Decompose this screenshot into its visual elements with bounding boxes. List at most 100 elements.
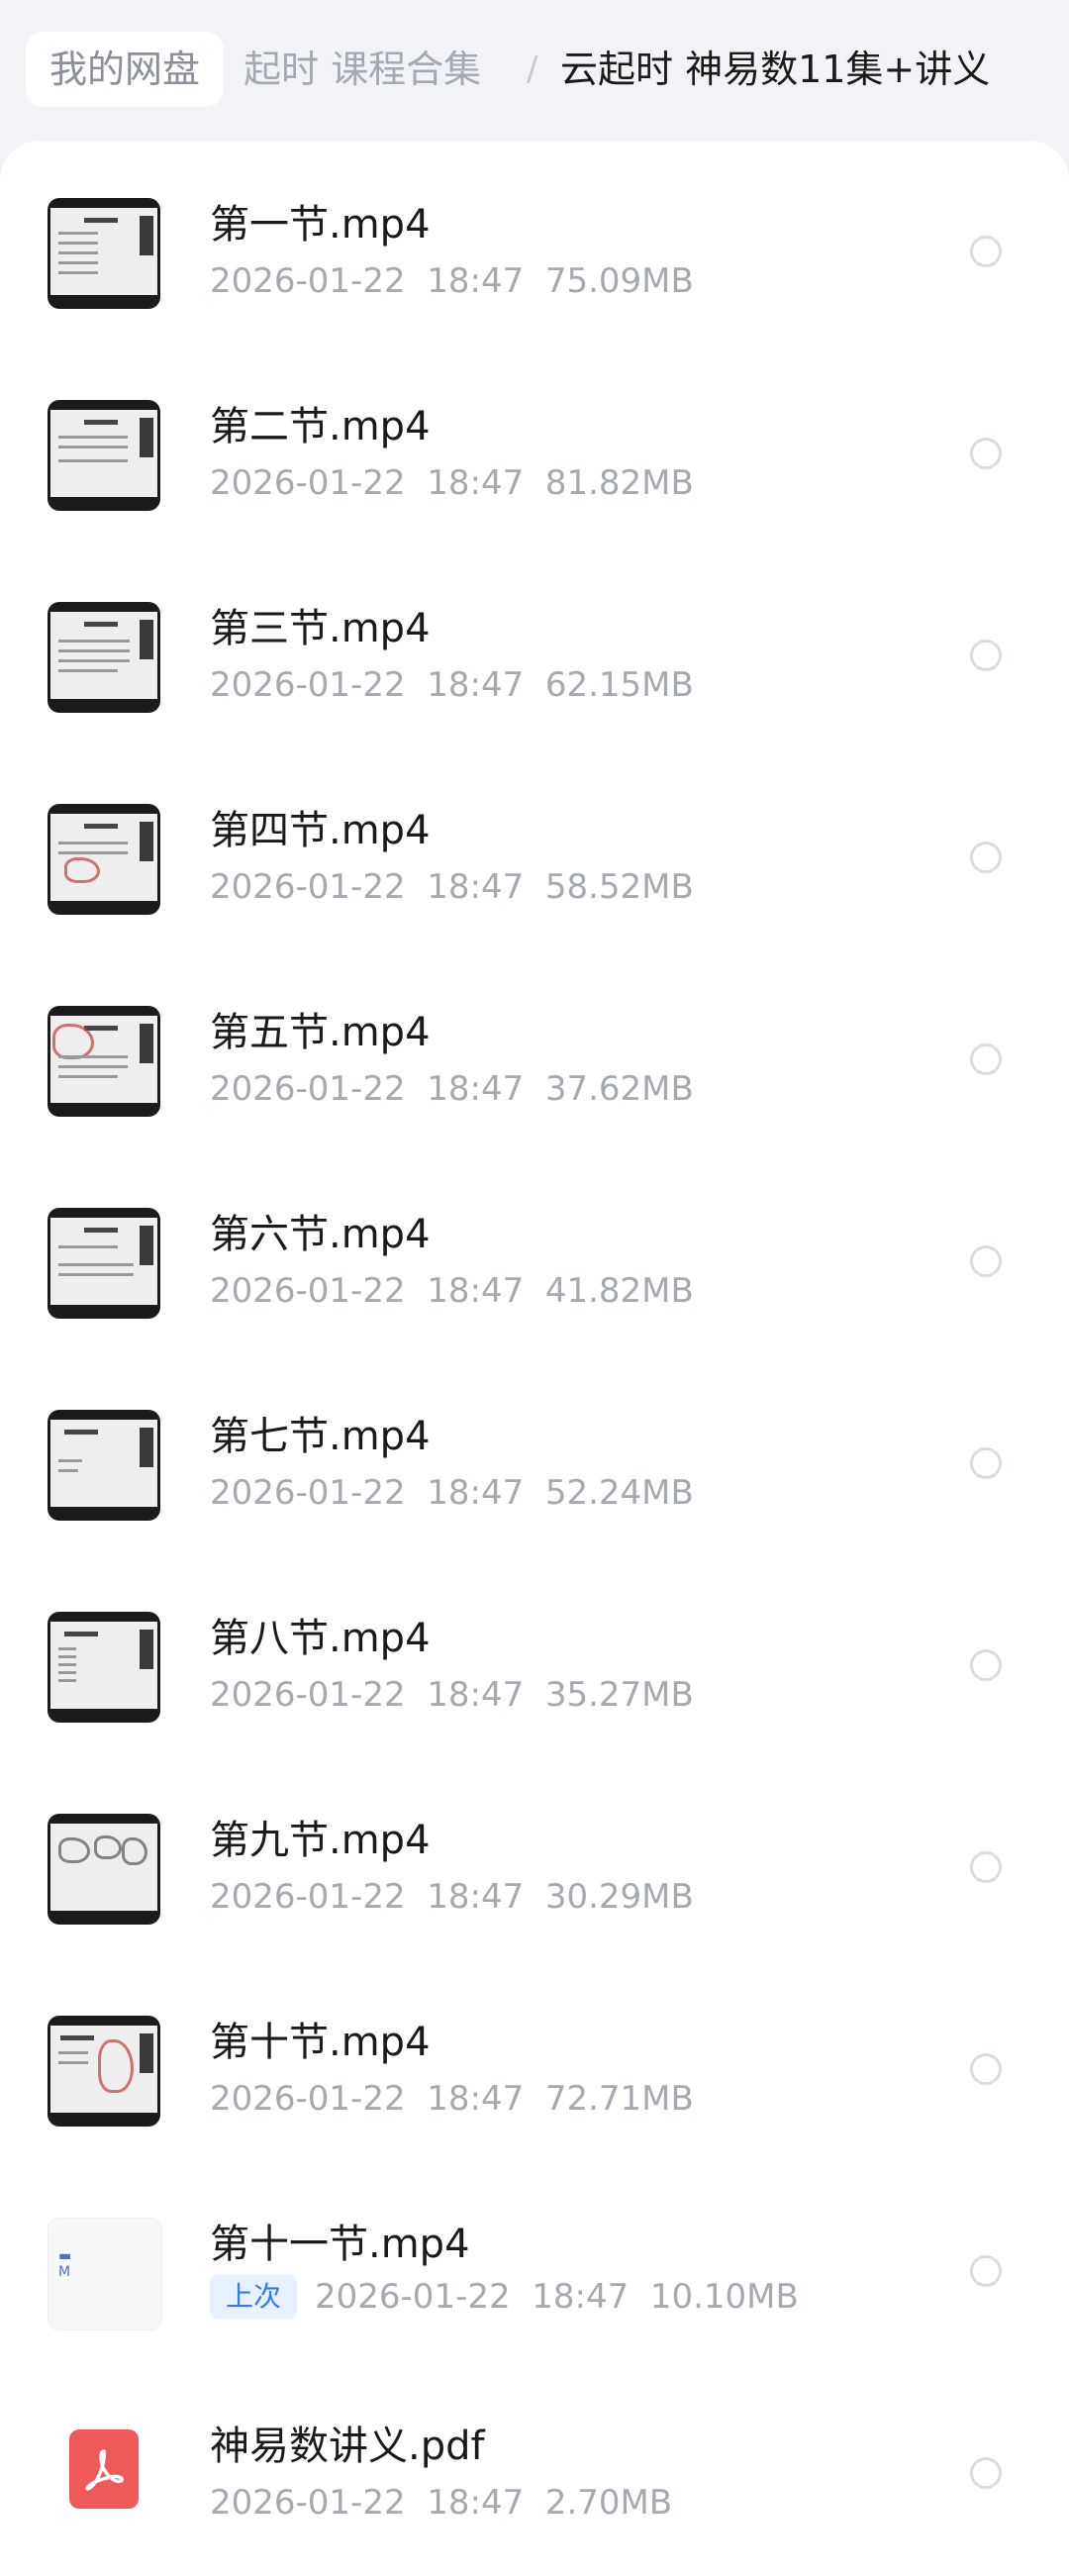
file-name: 第六节.mp4 (210, 1212, 431, 1257)
file-date: 2026-01-22 (210, 1877, 406, 1917)
file-name: 第七节.mp4 (210, 1414, 431, 1459)
file-time: 18:47 (427, 1877, 525, 1917)
file-date: 2026-01-22 (210, 867, 406, 907)
file-row[interactable]: 第二节.mp4 2026-01-22 18:47 81.82MB (0, 343, 1069, 545)
file-row[interactable]: 第十节.mp4 2026-01-22 18:47 72.71MB (0, 1958, 1069, 2160)
select-radio[interactable] (970, 2457, 1002, 2489)
select-radio[interactable] (970, 2255, 1002, 2287)
file-meta: 2026-01-22 18:47 62.15MB (210, 665, 694, 705)
file-size: 37.62MB (544, 1069, 694, 1109)
file-size: 81.82MB (544, 463, 694, 503)
file-name: 第一节.mp4 (210, 202, 431, 248)
file-meta: 2026-01-22 18:47 81.82MB (210, 463, 694, 503)
file-size: 58.52MB (544, 867, 694, 907)
select-radio[interactable] (970, 1851, 1002, 1883)
select-radio[interactable] (970, 842, 1002, 873)
file-row[interactable]: 第五节.mp4 2026-01-22 18:47 37.62MB (0, 948, 1069, 1150)
file-time: 18:47 (427, 1069, 525, 1109)
file-meta: 2026-01-22 18:47 37.62MB (210, 1069, 694, 1109)
file-name: 第二节.mp4 (210, 404, 431, 449)
last-played-badge: 上次 (210, 2275, 298, 2319)
file-time: 18:47 (427, 261, 525, 301)
file-name: 第九节.mp4 (210, 1818, 431, 1863)
file-date: 2026-01-22 (210, 1069, 406, 1109)
file-meta: 2026-01-22 18:47 72.71MB (210, 2079, 694, 2119)
file-row[interactable]: 第九节.mp4 2026-01-22 18:47 30.29MB (0, 1756, 1069, 1958)
video-thumbnail-icon (48, 804, 160, 915)
file-size: 2.70MB (544, 2483, 673, 2523)
file-time: 18:47 (427, 463, 525, 503)
select-radio[interactable] (970, 1447, 1002, 1479)
select-radio[interactable] (970, 438, 1002, 469)
file-date: 2026-01-22 (210, 463, 406, 503)
select-radio[interactable] (970, 1649, 1002, 1681)
video-thumbnail-icon (48, 198, 160, 309)
video-thumbnail-icon (48, 2016, 160, 2127)
file-meta: 2026-01-22 18:47 52.24MB (210, 1473, 694, 1513)
breadcrumb: 起时 课程合集 我的网盘 / 云起时 神易数11集+讲义 (0, 0, 1069, 139)
file-name: 第十一节.mp4 (210, 2222, 470, 2267)
file-row[interactable]: 第一节.mp4 2026-01-22 18:47 75.09MB (0, 141, 1069, 343)
video-thumbnail-icon (48, 1208, 160, 1319)
file-meta: 2026-01-22 18:47 58.52MB (210, 867, 694, 907)
file-name: 第四节.mp4 (210, 808, 431, 853)
file-row[interactable]: ▬ M 第十一节.mp4 上次 2026-01-22 18:47 10.10MB (0, 2160, 1069, 2362)
file-date: 2026-01-22 (210, 261, 406, 301)
video-thumbnail-icon (48, 1814, 160, 1925)
select-radio[interactable] (970, 1245, 1002, 1277)
file-size: 35.27MB (544, 1675, 694, 1715)
file-time: 18:47 (427, 1675, 525, 1715)
file-size: 41.82MB (544, 1271, 694, 1311)
select-radio[interactable] (970, 640, 1002, 671)
file-row[interactable]: 第三节.mp4 2026-01-22 18:47 62.15MB (0, 545, 1069, 746)
file-date: 2026-01-22 (210, 1675, 406, 1715)
file-size: 30.29MB (544, 1877, 694, 1917)
file-date: 2026-01-22 (210, 1271, 406, 1311)
file-meta: 2026-01-22 18:47 2.70MB (210, 2483, 672, 2523)
file-time: 18:47 (427, 1473, 525, 1513)
breadcrumb-root-my-drive[interactable]: 我的网盘 (26, 32, 225, 107)
video-thumbnail-icon (48, 602, 160, 713)
file-meta: 2026-01-22 18:47 30.29MB (210, 1877, 694, 1917)
file-meta: 2026-01-22 18:47 75.09MB (210, 261, 694, 301)
breadcrumb-current-folder: 云起时 神易数11集+讲义 (560, 48, 991, 91)
file-date: 2026-01-22 (210, 1473, 406, 1513)
file-name: 第三节.mp4 (210, 606, 431, 651)
video-thumbnail-icon: ▬ M (48, 2218, 162, 2330)
file-name: 第五节.mp4 (210, 1010, 431, 1055)
breadcrumb-separator: / (527, 50, 538, 89)
file-row[interactable]: 第八节.mp4 2026-01-22 18:47 35.27MB (0, 1554, 1069, 1756)
file-meta: 上次 2026-01-22 18:47 10.10MB (210, 2275, 799, 2321)
file-name: 第十节.mp4 (210, 2020, 431, 2065)
file-time: 18:47 (427, 2079, 525, 2119)
select-radio[interactable] (970, 236, 1002, 267)
video-thumbnail-icon (48, 1410, 160, 1521)
file-row[interactable]: 第七节.mp4 2026-01-22 18:47 52.24MB (0, 1352, 1069, 1554)
file-size: 75.09MB (544, 261, 694, 301)
file-date: 2026-01-22 (315, 2277, 511, 2317)
file-size: 10.10MB (649, 2277, 799, 2317)
file-name: 神易数讲义.pdf (210, 2424, 485, 2469)
file-row[interactable]: 神易数讲义.pdf 2026-01-22 18:47 2.70MB (0, 2362, 1069, 2564)
file-name: 第八节.mp4 (210, 1616, 431, 1661)
video-thumbnail-icon (48, 1612, 160, 1723)
file-time: 18:47 (427, 665, 525, 705)
file-row[interactable]: 第六节.mp4 2026-01-22 18:47 41.82MB (0, 1150, 1069, 1352)
select-radio[interactable] (970, 2053, 1002, 2085)
file-meta: 2026-01-22 18:47 35.27MB (210, 1675, 694, 1715)
file-date: 2026-01-22 (210, 2483, 406, 2523)
pdf-icon (69, 2429, 139, 2509)
file-list: 第一节.mp4 2026-01-22 18:47 75.09MB 第二节.mp4… (0, 141, 1069, 2576)
file-time: 18:47 (427, 1271, 525, 1311)
file-size: 62.15MB (544, 665, 694, 705)
file-row[interactable]: 第四节.mp4 2026-01-22 18:47 58.52MB (0, 746, 1069, 948)
file-time: 18:47 (427, 2483, 525, 2523)
breadcrumb-parent-folder[interactable]: 起时 课程合集 (243, 32, 481, 107)
select-radio[interactable] (970, 1043, 1002, 1075)
file-date: 2026-01-22 (210, 665, 406, 705)
video-thumbnail-icon (48, 400, 160, 511)
file-date: 2026-01-22 (210, 2079, 406, 2119)
file-size: 52.24MB (544, 1473, 694, 1513)
file-size: 72.71MB (544, 2079, 694, 2119)
file-time: 18:47 (532, 2277, 630, 2317)
